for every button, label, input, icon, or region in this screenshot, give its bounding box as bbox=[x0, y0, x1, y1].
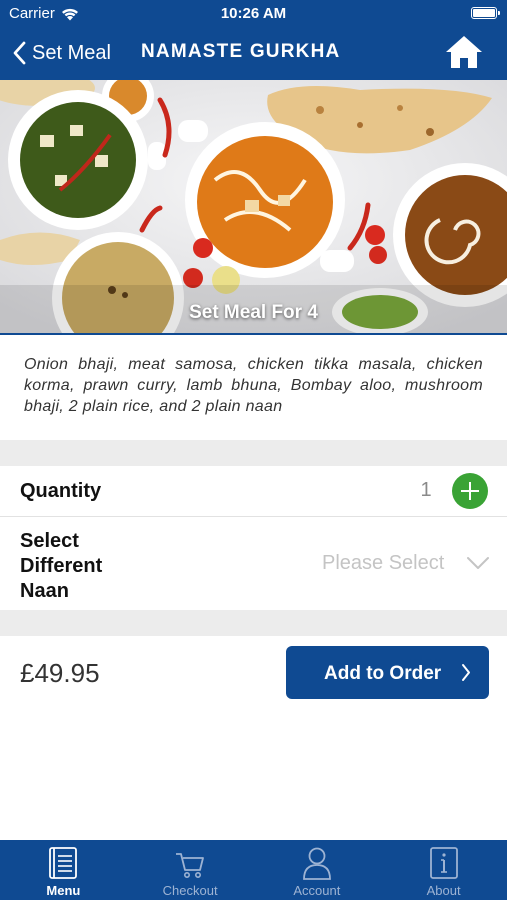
naan-select-dropdown[interactable]: Please Select bbox=[310, 548, 495, 578]
quantity-row: Quantity 1 bbox=[0, 466, 507, 517]
tab-about[interactable]: About bbox=[380, 840, 507, 900]
hero-image: Set Meal For 4 bbox=[0, 80, 507, 335]
status-bar: Carrier 10:26 AM bbox=[0, 0, 507, 26]
tab-menu-label: Menu bbox=[46, 883, 81, 898]
meal-title: Set Meal For 4 bbox=[189, 302, 318, 323]
naan-select-placeholder: Please Select bbox=[322, 552, 445, 574]
food-photo bbox=[0, 80, 507, 333]
quantity-value: 1 bbox=[420, 479, 432, 501]
chevron-left-icon bbox=[13, 41, 26, 65]
section-divider bbox=[0, 440, 507, 466]
chevron-down-icon bbox=[467, 557, 489, 569]
back-button-label: Set Meal bbox=[32, 41, 111, 64]
status-time: 10:26 AM bbox=[220, 5, 287, 22]
back-button[interactable]: Set Meal bbox=[12, 38, 111, 68]
home-icon[interactable] bbox=[445, 34, 483, 70]
naan-select-label: Select Different Naan bbox=[20, 530, 103, 602]
tab-checkout-label: Checkout bbox=[162, 883, 218, 898]
tab-checkout[interactable]: Checkout bbox=[127, 840, 254, 900]
info-icon bbox=[429, 847, 458, 879]
tab-account-label: Account bbox=[293, 883, 341, 898]
battery-icon bbox=[471, 7, 500, 19]
order-row: £49.95 Add to Order bbox=[0, 636, 507, 708]
nav-bar: Set Meal NAMASTE GURKHA bbox=[0, 26, 507, 80]
add-to-order-button[interactable]: Add to Order bbox=[286, 646, 489, 699]
meal-description: Onion bhaji, meat samosa, chicken tikka … bbox=[0, 337, 507, 440]
page-title: NAMASTE GURKHA bbox=[141, 41, 341, 62]
header: Carrier 10:26 AM Set Meal NAMASTE GURKHA bbox=[0, 0, 507, 80]
tab-bar: Menu Checkout Account About bbox=[0, 840, 507, 900]
meal-price: £49.95 bbox=[20, 658, 100, 688]
meal-description-text: Onion bhaji, meat samosa, chicken tikka … bbox=[24, 356, 483, 415]
cart-icon bbox=[176, 853, 205, 878]
quantity-label: Quantity bbox=[20, 480, 102, 502]
add-to-order-label: Add to Order bbox=[324, 663, 442, 684]
tab-account[interactable]: Account bbox=[254, 840, 381, 900]
tab-menu[interactable]: Menu bbox=[0, 840, 127, 900]
person-icon bbox=[302, 847, 331, 880]
increase-quantity-button[interactable] bbox=[452, 473, 488, 509]
chevron-right-icon bbox=[462, 664, 470, 681]
tab-about-label: About bbox=[426, 883, 461, 898]
menu-book-icon bbox=[49, 847, 78, 879]
naan-select-row: Select Different Naan Please Select bbox=[0, 518, 507, 610]
section-divider bbox=[0, 610, 507, 636]
